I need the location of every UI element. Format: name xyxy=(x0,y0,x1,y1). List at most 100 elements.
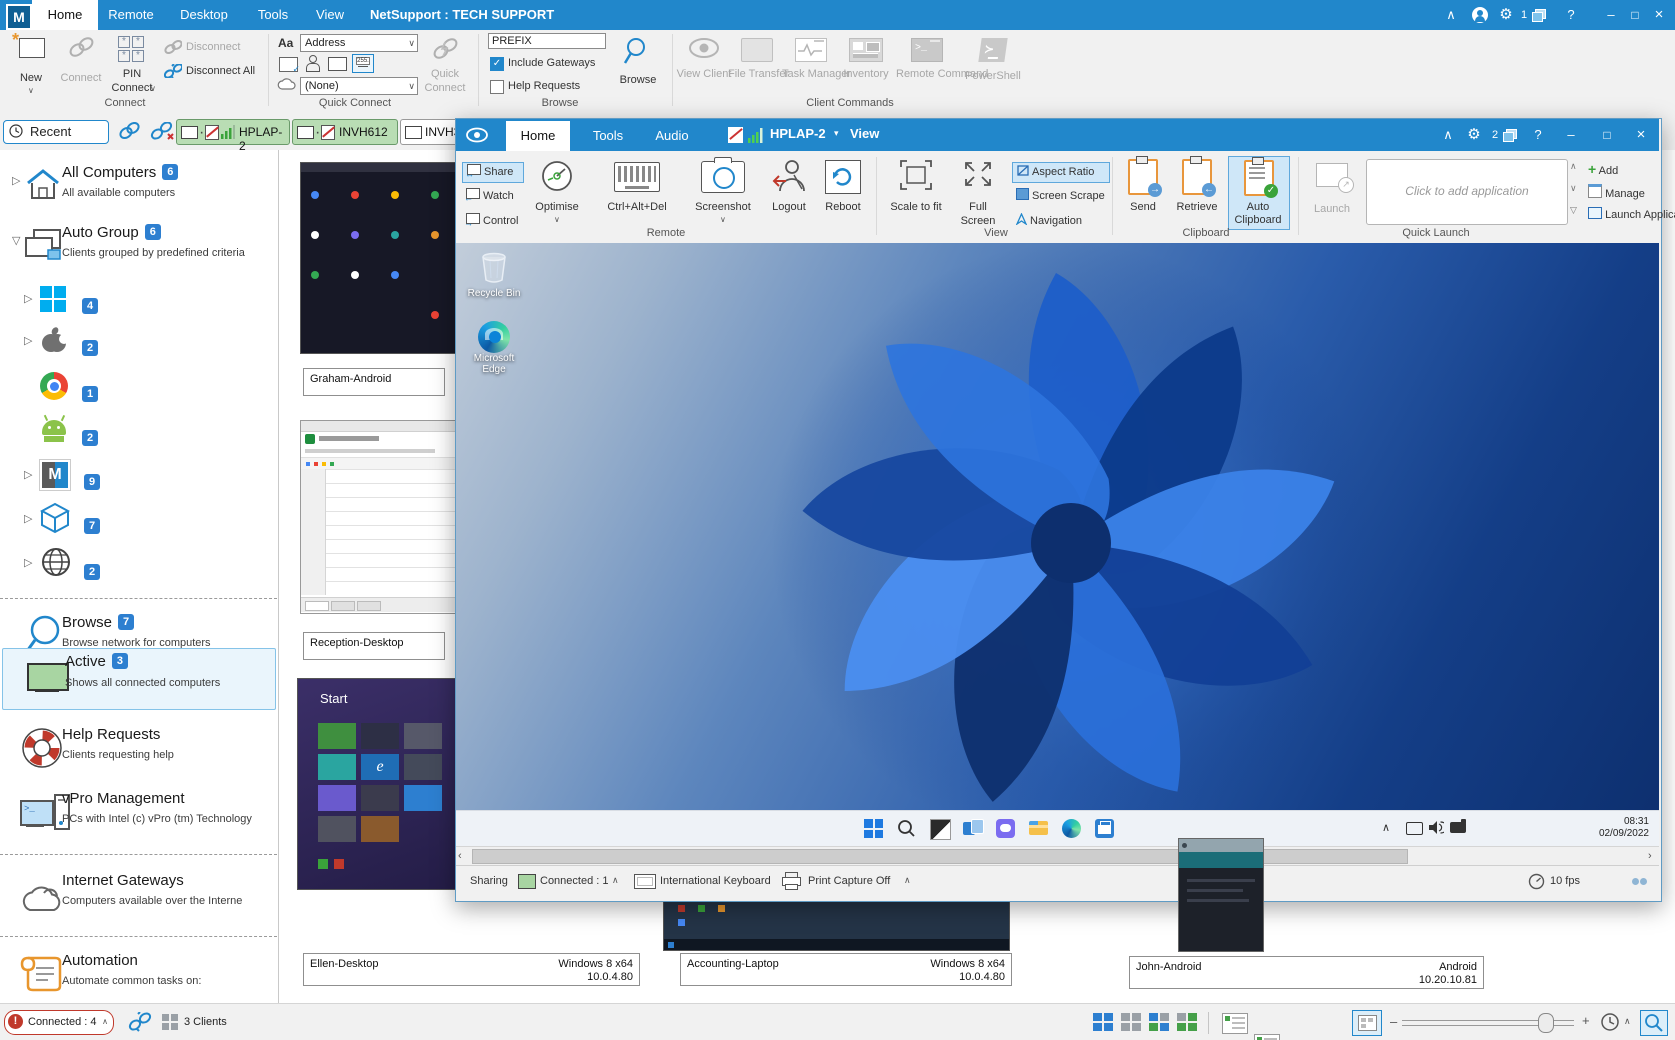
sidebar-group-internet[interactable]: ▷ 2 xyxy=(0,544,277,588)
user-browse-icon[interactable] xyxy=(305,55,319,71)
tile-label-reception-desktop[interactable]: Reception-Desktop xyxy=(303,632,445,660)
link-icon[interactable] xyxy=(118,122,140,140)
broadcast-icon[interactable]: 255. xyxy=(352,54,374,73)
expander-icon[interactable]: ▷ xyxy=(24,292,32,305)
widgets-icon[interactable] xyxy=(930,819,951,840)
sidebar-group-vpro-box[interactable]: ▷ 7 xyxy=(0,500,277,542)
remote-clock[interactable]: 08:31 02/09/2022 xyxy=(1561,816,1649,840)
scroll-down-icon[interactable]: ∨ xyxy=(1570,183,1577,194)
auto-clipboard-button[interactable]: ✓ Auto Clipboard xyxy=(1228,156,1290,230)
maximize-icon[interactable]: □ xyxy=(1596,120,1618,150)
scroll-up-icon[interactable]: ∧ xyxy=(1570,161,1577,172)
zoom-in-plus[interactable]: + xyxy=(1582,1013,1590,1028)
view-tab-home[interactable]: Home xyxy=(506,121,570,151)
expander-icon[interactable]: ▷ xyxy=(12,174,20,187)
ctrl-alt-del-button[interactable]: Ctrl+Alt+Del xyxy=(594,159,680,192)
tile-label-accounting-laptop[interactable]: Accounting-Laptop Windows 8 x64 10.0.4.8… xyxy=(680,953,1012,986)
monitor-icon[interactable] xyxy=(328,57,347,71)
close-icon[interactable]: × xyxy=(1630,120,1652,150)
screen-scrape-button[interactable]: Screen Scrape xyxy=(1012,187,1112,206)
screenshot-button[interactable]: Screenshot ∨ xyxy=(686,159,760,193)
help-icon[interactable]: ? xyxy=(1529,120,1547,150)
launch-application-button[interactable]: Launch Application xyxy=(1588,207,1675,223)
tab-view[interactable]: View xyxy=(302,0,358,30)
logout-button[interactable]: Logout xyxy=(764,159,814,198)
file-transfer-button[interactable]: File Transfer xyxy=(732,36,782,62)
tab-desktop[interactable]: Desktop xyxy=(164,0,244,30)
remote-taskbar[interactable]: ∧ 08:31 02/09/2022 xyxy=(456,810,1659,846)
thumbnail-ellen-desktop[interactable]: Start e xyxy=(297,678,457,890)
help-icon[interactable]: ? xyxy=(1562,0,1580,30)
reboot-button[interactable]: Reboot xyxy=(818,159,868,194)
address-dropdown[interactable]: Address∨ xyxy=(300,34,418,52)
tray-device-icon[interactable] xyxy=(1450,822,1466,833)
thumbnail-graham-android[interactable] xyxy=(300,162,460,354)
scroll-left-icon[interactable]: ‹ xyxy=(458,850,462,862)
expander-icon[interactable]: ▷ xyxy=(24,468,32,481)
unlink-icon[interactable] xyxy=(150,122,174,140)
start-button-icon[interactable] xyxy=(864,819,883,838)
aspect-ratio-button[interactable]: Aspect Ratio xyxy=(1012,162,1110,183)
add-application-button[interactable]: + Add xyxy=(1588,161,1618,177)
chat-icon[interactable] xyxy=(996,819,1015,838)
view-horizontal-scrollbar[interactable]: ‹ › xyxy=(456,846,1659,866)
sidebar-group-windows[interactable]: ▷ 4 xyxy=(0,282,277,322)
view-tab-tools[interactable]: Tools xyxy=(578,121,638,151)
inventory-button[interactable]: Inventory xyxy=(840,36,892,62)
layout-grid-mixed-icon[interactable] xyxy=(1149,1013,1169,1031)
remote-desktop-view[interactable]: Recycle Bin Microsoft Edge xyxy=(456,243,1659,846)
chevron-down-icon[interactable]: ▾ xyxy=(834,128,839,139)
refresh-clock-icon[interactable] xyxy=(1600,1012,1620,1032)
share-button[interactable]: Share ↔ xyxy=(462,162,524,183)
tray-chevron-icon[interactable]: ∧ xyxy=(1382,821,1390,834)
sidebar-item-auto-group[interactable]: ▽ Auto Group6 Clients grouped by predefi… xyxy=(0,218,277,276)
chevron-up-icon[interactable]: ∧ xyxy=(904,875,911,886)
close-icon[interactable]: × xyxy=(1648,0,1670,30)
tile-label-ellen-desktop[interactable]: Ellen-Desktop Windows 8 x64 10.0.4.80 xyxy=(303,953,640,986)
launch-button[interactable]: ↗ Launch xyxy=(1306,159,1358,187)
disconnect-all-icon[interactable] xyxy=(128,1012,152,1032)
monitor-check-icon[interactable]: ✓ xyxy=(279,57,298,72)
view-client-button[interactable]: View Client xyxy=(680,36,728,65)
layout-grid-green-icon[interactable] xyxy=(1177,1013,1197,1031)
list-view-icon-1[interactable] xyxy=(1222,1013,1248,1034)
layout-grid-gray-icon[interactable] xyxy=(1121,1013,1141,1031)
layout-grid-blue-icon[interactable] xyxy=(1093,1013,1113,1031)
app-box-scroll[interactable]: ∧ ∨ ▽ xyxy=(1570,159,1584,223)
tab-tools[interactable]: Tools xyxy=(244,0,302,30)
chevron-up-icon[interactable]: ∧ xyxy=(1438,120,1458,150)
expander-icon[interactable]: ▽ xyxy=(12,234,20,247)
control-button[interactable]: Control → xyxy=(462,212,526,231)
prefix-input[interactable] xyxy=(488,33,606,49)
powershell-button[interactable]: ≻ PowerShell xyxy=(962,36,1024,62)
send-clipboard-button[interactable]: → Send xyxy=(1120,159,1166,195)
zoom-slider-thumb[interactable] xyxy=(1538,1013,1554,1033)
tab-home[interactable]: Home xyxy=(32,0,98,30)
disconnect-all-button[interactable]: Disconnect All xyxy=(164,62,264,82)
sidebar-item-internet-gateways[interactable]: Internet Gateways Computers available ov… xyxy=(0,866,277,924)
settings-gear-icon[interactable]: ⚙ xyxy=(1496,0,1516,30)
list-view-icon-2[interactable] xyxy=(1254,1034,1280,1040)
store-icon[interactable] xyxy=(1095,819,1114,838)
scale-to-fit-button[interactable]: Scale to fit xyxy=(884,159,948,196)
tile-label-graham-android[interactable]: Graham-Android xyxy=(303,368,445,396)
connect-button[interactable]: Connect xyxy=(58,34,104,65)
expander-icon[interactable]: ▷ xyxy=(24,334,32,347)
scroll-right-icon[interactable]: › xyxy=(1648,850,1652,862)
sidebar-item-active[interactable]: Active3 Shows all connected computers xyxy=(2,648,276,710)
include-gateways-checkbox[interactable]: ✓ xyxy=(490,57,504,71)
sidebar-item-automation[interactable]: Automation Automate common tasks on: xyxy=(0,946,277,1002)
thumbnail-view-button[interactable] xyxy=(1352,1010,1382,1036)
recent-dropdown[interactable]: Recent xyxy=(3,120,109,144)
sidebar-group-netsupport[interactable]: ▷ M 9 xyxy=(0,456,277,498)
scroll-end-icon[interactable]: ▽ xyxy=(1570,205,1577,216)
sidebar-item-vpro-management[interactable]: >_ vPro Management PCs with Intel (c) vP… xyxy=(0,784,277,842)
desktop-icon-recycle-bin[interactable]: Recycle Bin xyxy=(464,251,524,303)
magnify-button[interactable] xyxy=(1640,1010,1668,1036)
view-tab-audio[interactable]: Audio xyxy=(642,121,702,151)
minimize-icon[interactable]: – xyxy=(1560,120,1582,150)
tile-label-john-android[interactable]: John-Android Android 10.20.10.81 xyxy=(1129,956,1484,989)
edge-icon[interactable] xyxy=(1062,819,1081,838)
manage-applications-button[interactable]: Manage xyxy=(1588,184,1645,200)
chevron-up-icon[interactable]: ∧ xyxy=(1624,1016,1631,1027)
